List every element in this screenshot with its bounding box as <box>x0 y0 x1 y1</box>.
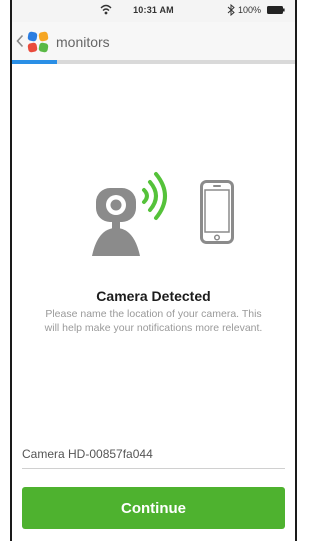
setup-progress-bar <box>12 60 295 64</box>
instruction-text: Please name the location of your camera.… <box>44 308 263 334</box>
camera-icon <box>92 172 167 256</box>
phone-icon <box>200 180 234 244</box>
app-logo-icon <box>27 31 49 53</box>
continue-button[interactable]: Continue <box>22 487 285 529</box>
setup-progress-fill <box>12 60 58 64</box>
camera-name-input[interactable] <box>22 440 285 469</box>
status-bar: 10:31 AM 100% <box>12 0 295 22</box>
nav-title: monitors <box>56 34 110 50</box>
chevron-left-icon[interactable] <box>16 34 24 48</box>
camera-detected-illustration <box>12 150 295 260</box>
battery-percentage: 100% <box>238 5 262 15</box>
battery-icon <box>267 6 285 14</box>
app-screen: 10:31 AM 100% monitors Camera Detected P… <box>10 0 297 541</box>
wireless-signal-icon <box>142 172 167 220</box>
navigation-bar: monitors <box>12 22 295 61</box>
page-title: Camera Detected <box>96 288 211 304</box>
bluetooth-icon <box>227 4 235 16</box>
